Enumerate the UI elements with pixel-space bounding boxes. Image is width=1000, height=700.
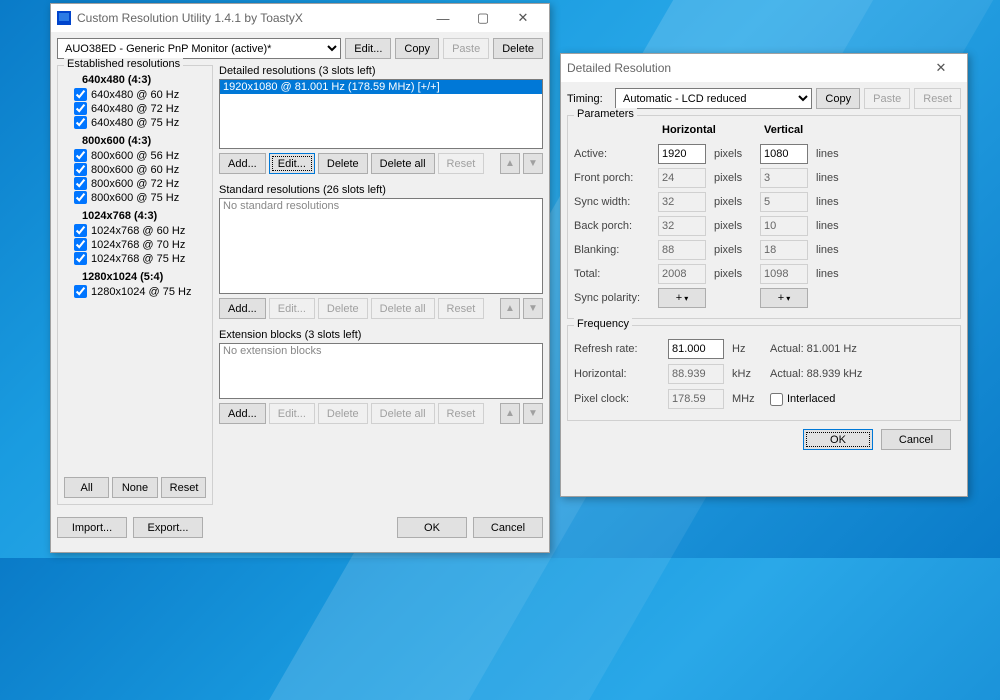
frequency-group: Frequency Refresh rate: Hz Actual: 81.00… bbox=[567, 325, 961, 421]
back-h-input bbox=[658, 216, 706, 236]
paste-button[interactable]: Paste bbox=[443, 38, 489, 59]
active-v-input[interactable] bbox=[760, 144, 808, 164]
delete-button[interactable]: Delete bbox=[493, 38, 543, 59]
standard-deleteall-button[interactable]: Delete all bbox=[371, 298, 435, 319]
sync-v-input bbox=[760, 192, 808, 212]
total-h-input bbox=[658, 264, 706, 284]
resolution-checkbox[interactable]: 800x600 @ 72 Hz bbox=[74, 177, 206, 190]
export-button[interactable]: Export... bbox=[133, 517, 203, 538]
close-button[interactable]: ✕ bbox=[503, 4, 543, 32]
res-group-header: 1024x768 (4:3) bbox=[82, 210, 206, 222]
est-none-button[interactable]: None bbox=[112, 477, 157, 498]
dialog-titlebar: Detailed Resolution ✕ bbox=[561, 54, 967, 82]
res-group-header: 640x480 (4:3) bbox=[82, 74, 206, 86]
monitor-select[interactable]: AUO38ED - Generic PnP Monitor (active)* bbox=[57, 38, 341, 59]
detailed-edit-button[interactable]: Edit... bbox=[269, 153, 315, 174]
resolution-checkbox[interactable]: 640x480 @ 60 Hz bbox=[74, 88, 206, 101]
blank-h-input bbox=[658, 240, 706, 260]
detailed-item[interactable]: 1920x1080 @ 81.001 Hz (178.59 MHz) [+/+] bbox=[220, 80, 542, 94]
resolution-checkbox[interactable]: 1024x768 @ 70 Hz bbox=[74, 238, 206, 251]
standard-reset-button[interactable]: Reset bbox=[438, 298, 485, 319]
extension-down-button[interactable]: ▼ bbox=[523, 403, 543, 424]
resolution-checkbox[interactable]: 1024x768 @ 75 Hz bbox=[74, 252, 206, 265]
main-window: Custom Resolution Utility 1.4.1 by Toast… bbox=[50, 3, 550, 553]
back-v-input bbox=[760, 216, 808, 236]
sync-h-input bbox=[658, 192, 706, 212]
resolution-checkbox[interactable]: 800x600 @ 56 Hz bbox=[74, 149, 206, 162]
import-button[interactable]: Import... bbox=[57, 517, 127, 538]
standard-delete-button[interactable]: Delete bbox=[318, 298, 368, 319]
front-h-input bbox=[658, 168, 706, 188]
extension-up-button[interactable]: ▲ bbox=[500, 403, 520, 424]
resolution-checkbox[interactable]: 800x600 @ 75 Hz bbox=[74, 191, 206, 204]
detailed-up-button[interactable]: ▲ bbox=[500, 153, 520, 174]
blank-v-input bbox=[760, 240, 808, 260]
titlebar: Custom Resolution Utility 1.4.1 by Toast… bbox=[51, 4, 549, 32]
pixel-clock-input bbox=[668, 389, 724, 409]
resolution-checkbox[interactable]: 640x480 @ 75 Hz bbox=[74, 116, 206, 129]
standard-listbox[interactable]: No standard resolutions bbox=[219, 198, 543, 294]
detailed-delete-button[interactable]: Delete bbox=[318, 153, 368, 174]
detailed-reset-button[interactable]: Reset bbox=[438, 153, 485, 174]
extension-edit-button[interactable]: Edit... bbox=[269, 403, 315, 424]
dlg-ok-button[interactable]: OK bbox=[803, 429, 873, 450]
ok-button[interactable]: OK bbox=[397, 517, 467, 538]
app-icon bbox=[57, 11, 71, 25]
detailed-listbox[interactable]: 1920x1080 @ 81.001 Hz (178.59 MHz) [+/+] bbox=[219, 79, 543, 149]
detailed-down-button[interactable]: ▼ bbox=[523, 153, 543, 174]
extension-add-button[interactable]: Add... bbox=[219, 403, 266, 424]
standard-edit-button[interactable]: Edit... bbox=[269, 298, 315, 319]
refresh-input[interactable] bbox=[668, 339, 724, 359]
extension-delete-button[interactable]: Delete bbox=[318, 403, 368, 424]
dialog-close-button[interactable]: ✕ bbox=[921, 54, 961, 82]
cancel-button[interactable]: Cancel bbox=[473, 517, 543, 538]
total-v-input bbox=[760, 264, 808, 284]
resolution-checkbox[interactable]: 800x600 @ 60 Hz bbox=[74, 163, 206, 176]
parameters-group: Parameters Horizontal Vertical Active: p… bbox=[567, 115, 961, 319]
horiz-freq-input bbox=[668, 364, 724, 384]
extension-reset-button[interactable]: Reset bbox=[438, 403, 485, 424]
standard-up-button[interactable]: ▲ bbox=[500, 298, 520, 319]
polarity-h-select[interactable]: +▾ bbox=[658, 288, 706, 308]
dlg-copy-button[interactable]: Copy bbox=[816, 88, 860, 109]
maximize-button[interactable]: ▢ bbox=[463, 4, 503, 32]
standard-down-button[interactable]: ▼ bbox=[523, 298, 543, 319]
minimize-button[interactable]: — bbox=[423, 4, 463, 32]
detailed-add-button[interactable]: Add... bbox=[219, 153, 266, 174]
res-group-header: 800x600 (4:3) bbox=[82, 135, 206, 147]
extension-deleteall-button[interactable]: Delete all bbox=[371, 403, 435, 424]
est-reset-button[interactable]: Reset bbox=[161, 477, 206, 498]
dlg-paste-button[interactable]: Paste bbox=[864, 88, 910, 109]
detailed-resolution-dialog: Detailed Resolution ✕ Timing: Automatic … bbox=[560, 53, 968, 497]
standard-add-button[interactable]: Add... bbox=[219, 298, 266, 319]
est-all-button[interactable]: All bbox=[64, 477, 109, 498]
front-v-input bbox=[760, 168, 808, 188]
extension-listbox[interactable]: No extension blocks bbox=[219, 343, 543, 399]
resolution-checkbox[interactable]: 1024x768 @ 60 Hz bbox=[74, 224, 206, 237]
res-group-header: 1280x1024 (5:4) bbox=[82, 271, 206, 283]
dlg-cancel-button[interactable]: Cancel bbox=[881, 429, 951, 450]
copy-button[interactable]: Copy bbox=[395, 38, 439, 59]
window-title: Custom Resolution Utility 1.4.1 by Toast… bbox=[77, 11, 423, 25]
dlg-reset-button[interactable]: Reset bbox=[914, 88, 961, 109]
detailed-deleteall-button[interactable]: Delete all bbox=[371, 153, 435, 174]
edit-monitor-button[interactable]: Edit... bbox=[345, 38, 391, 59]
timing-select[interactable]: Automatic - LCD reduced bbox=[615, 88, 812, 109]
interlaced-checkbox[interactable]: Interlaced bbox=[770, 393, 835, 406]
established-group: Established resolutions 640x480 (4:3)640… bbox=[57, 65, 213, 505]
resolution-checkbox[interactable]: 1280x1024 @ 75 Hz bbox=[74, 285, 206, 298]
active-h-input[interactable] bbox=[658, 144, 706, 164]
resolution-checkbox[interactable]: 640x480 @ 72 Hz bbox=[74, 102, 206, 115]
polarity-v-select[interactable]: +▾ bbox=[760, 288, 808, 308]
